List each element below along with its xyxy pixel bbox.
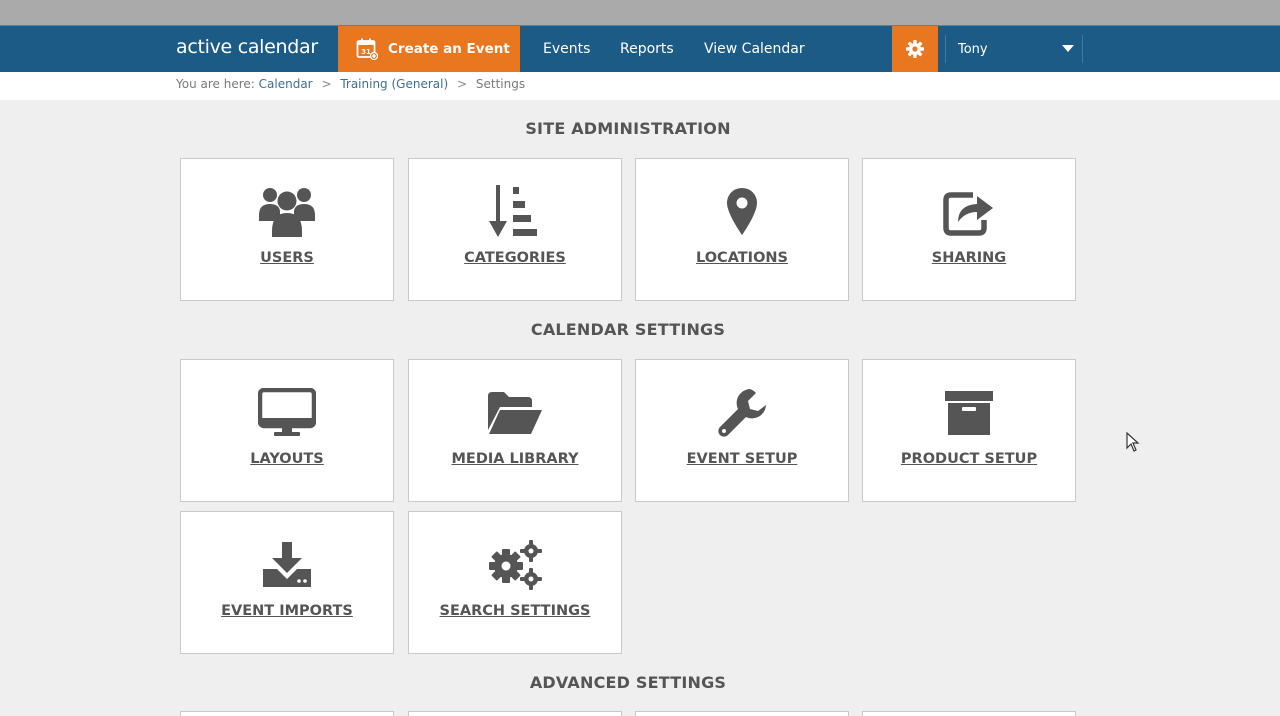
tile-media-library[interactable]: MEDIA LIBRARY	[408, 359, 622, 502]
user-name: Tony	[958, 41, 988, 57]
breadcrumb-separator: >	[456, 77, 468, 91]
settings-button[interactable]	[892, 26, 938, 72]
tile-advanced-1[interactable]	[180, 711, 394, 716]
tile-advanced-4[interactable]	[862, 711, 1076, 716]
tile-event-imports[interactable]: EVENT IMPORTS	[180, 511, 394, 654]
tile-categories-label[interactable]: CATEGORIES	[409, 250, 621, 266]
folder-open-icon	[409, 384, 621, 442]
breadcrumb-training-general[interactable]: Training (General)	[340, 77, 448, 91]
tile-advanced-2[interactable]	[408, 711, 622, 716]
tile-product-setup[interactable]: PRODUCT SETUP	[862, 359, 1076, 502]
tile-media-library-label[interactable]: MEDIA LIBRARY	[409, 451, 621, 467]
wrench-icon	[636, 384, 848, 442]
monitor-icon	[181, 384, 393, 442]
create-event-button[interactable]: 31 Create an Event	[338, 26, 520, 72]
sort-list-icon	[409, 183, 621, 241]
breadcrumb: You are here: Calendar > Training (Gener…	[176, 77, 525, 91]
tile-locations-label[interactable]: LOCATIONS	[636, 250, 848, 266]
tile-locations[interactable]: LOCATIONS	[635, 158, 849, 301]
tile-sharing-label[interactable]: SHARING	[863, 250, 1075, 266]
section-title-calendar-settings: CALENDAR SETTINGS	[530, 320, 726, 339]
tile-layouts-label[interactable]: LAYOUTS	[181, 451, 393, 467]
section-title-advanced-settings: ADVANCED SETTINGS	[529, 673, 727, 692]
nav-events[interactable]: Events	[543, 26, 590, 72]
chevron-down-icon	[1062, 45, 1074, 52]
share-icon	[863, 183, 1075, 241]
users-icon	[181, 183, 393, 241]
section-title-site-administration: SITE ADMINISTRATION	[525, 119, 731, 138]
tile-event-setup[interactable]: EVENT SETUP	[635, 359, 849, 502]
tile-users-label[interactable]: USERS	[181, 250, 393, 266]
nav-reports[interactable]: Reports	[620, 26, 674, 72]
tile-event-imports-label[interactable]: EVENT IMPORTS	[181, 603, 393, 619]
breadcrumb-bar: You are here: Calendar > Training (Gener…	[0, 72, 1280, 100]
breadcrumb-calendar[interactable]: Calendar	[259, 77, 313, 91]
tile-search-settings[interactable]: SEARCH SETTINGS	[408, 511, 622, 654]
browser-top-strip	[0, 0, 1280, 25]
calendar-icon: 31	[356, 38, 378, 60]
breadcrumb-separator: >	[321, 77, 332, 91]
tile-product-setup-label[interactable]: PRODUCT SETUP	[863, 451, 1075, 467]
tile-layouts[interactable]: LAYOUTS	[180, 359, 394, 502]
app-logo[interactable]: active calendar	[176, 36, 318, 58]
tile-sharing[interactable]: SHARING	[862, 158, 1076, 301]
tile-advanced-3[interactable]	[635, 711, 849, 716]
tile-categories[interactable]: CATEGORIES	[408, 158, 622, 301]
gear-icon	[906, 40, 924, 58]
tile-search-settings-label[interactable]: SEARCH SETTINGS	[409, 603, 621, 619]
map-pin-icon	[636, 183, 848, 241]
gears-icon	[409, 536, 621, 594]
nav-view-calendar[interactable]: View Calendar	[704, 26, 805, 72]
mouse-cursor-icon	[1126, 432, 1140, 452]
breadcrumb-prefix: You are here:	[176, 77, 255, 91]
download-icon	[181, 536, 393, 594]
archive-box-icon	[863, 384, 1075, 442]
breadcrumb-settings: Settings	[475, 77, 526, 91]
create-event-label: Create an Event	[388, 41, 510, 57]
top-navbar: active calendar 31 Create an Event Event…	[0, 25, 1280, 72]
svg-text:31: 31	[361, 48, 371, 56]
tile-users[interactable]: USERS	[180, 158, 394, 301]
user-menu-dropdown[interactable]: Tony	[945, 35, 1083, 63]
tile-event-setup-label[interactable]: EVENT SETUP	[636, 451, 848, 467]
